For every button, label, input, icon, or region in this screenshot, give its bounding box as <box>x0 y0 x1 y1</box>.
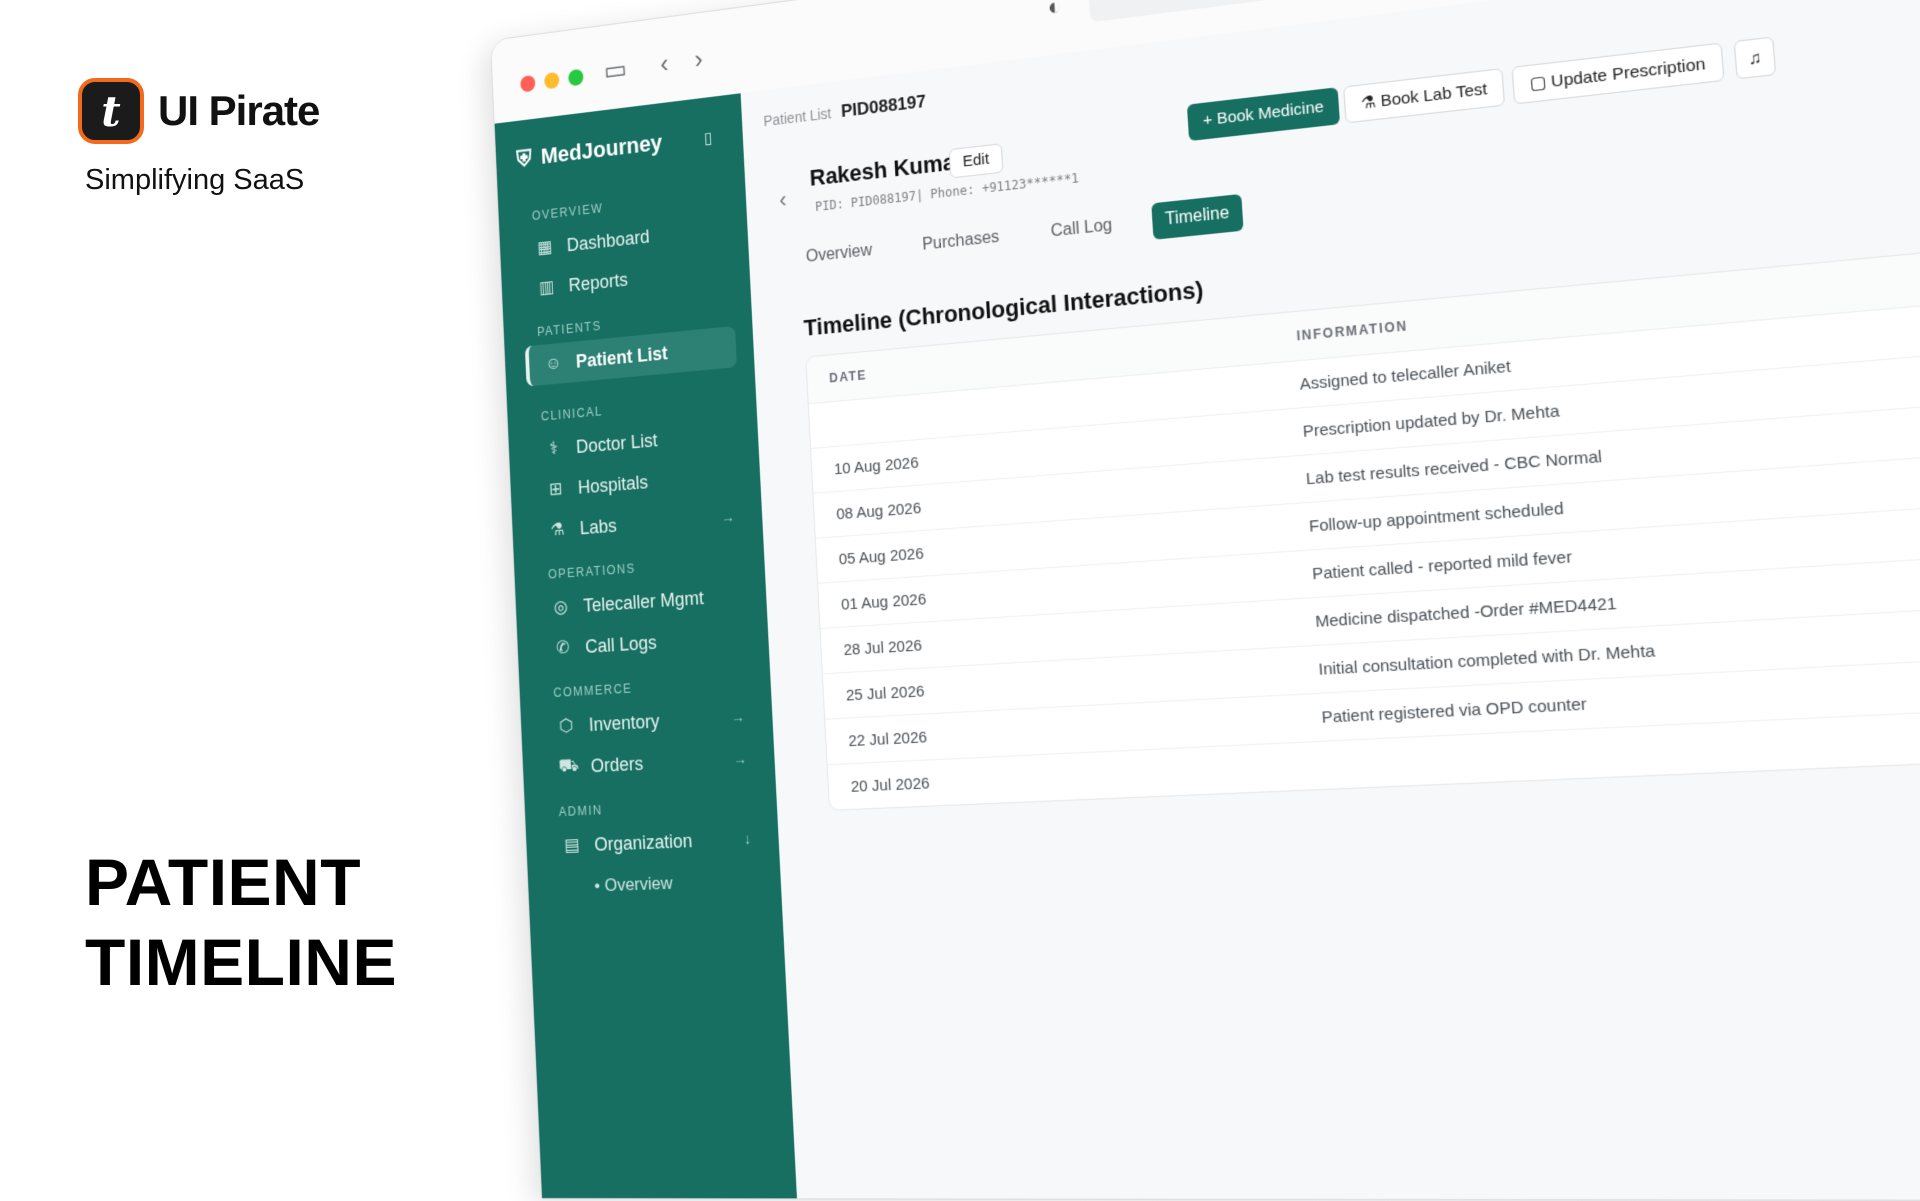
briefcase-icon: ▤ <box>562 835 582 856</box>
sidebar-subitem-overview[interactable]: • Overview <box>594 873 673 897</box>
chevron-down-icon: ↓ <box>744 830 752 847</box>
minimize-window-button[interactable] <box>544 72 560 90</box>
sidebar-item-label: Call Logs <box>585 632 657 658</box>
phone-icon: ✆ <box>553 637 573 659</box>
maximize-window-button[interactable] <box>568 69 584 87</box>
grid-icon: ▦ <box>535 237 554 259</box>
brand-tagline: Simplifying SaaS <box>85 164 304 197</box>
app-name: MedJourney <box>540 129 663 170</box>
section-operations: OPERATIONS <box>548 561 636 582</box>
users-icon: ☺ <box>544 353 564 375</box>
microscope-icon: ⚗ <box>548 519 568 541</box>
sidebar-item-label: Doctor List <box>576 429 658 457</box>
stethoscope-icon: ⚕ <box>544 438 564 460</box>
bullet-icon: • <box>594 876 601 896</box>
hero-title-line1: PATIENT <box>85 842 397 922</box>
sidebar-item-label: Patient List <box>575 342 668 372</box>
box-icon: ⬡ <box>556 715 576 737</box>
cart-icon: ⛟ <box>558 755 578 779</box>
brand: t UI Pirate <box>78 78 319 144</box>
main-content: Patient List PID088197 ‹ Rakesh Kumar Ed… <box>741 0 1920 1200</box>
sidebar-item-label: Dashboard <box>566 226 650 256</box>
brand-name: UI Pirate <box>158 87 319 135</box>
notification-button[interactable]: ♫ <box>1734 36 1777 79</box>
sidebar-item-label: Orders <box>590 753 643 777</box>
section-patients: PATIENTS <box>537 319 602 339</box>
sidebar-item-label: Hospitals <box>577 471 648 498</box>
update-prescription-label: Update Prescription <box>1550 55 1706 92</box>
section-clinical: CLINICAL <box>541 404 603 424</box>
breadcrumb: Patient List PID088197 <box>763 91 927 131</box>
hospital-icon: ⊞ <box>546 479 566 501</box>
sidebar-item-label: Organization <box>594 830 693 856</box>
bar-chart-icon: ▥ <box>537 277 556 299</box>
app-logo: ⛨ MedJourney <box>516 129 663 172</box>
sidebar-item-label: Inventory <box>588 710 660 735</box>
hero-title-line2: TIMELINE <box>85 922 397 1002</box>
back-arrow-icon[interactable]: ‹ <box>659 48 669 80</box>
book-medicine-button[interactable]: + Book Medicine <box>1187 87 1341 141</box>
sidebar-item-label: Labs <box>579 515 617 539</box>
bell-icon: ♫ <box>1748 48 1763 69</box>
back-chevron-icon[interactable]: ‹ <box>779 187 788 214</box>
sidebar-item-label: Overview <box>604 873 673 895</box>
breadcrumb-parent[interactable]: Patient List <box>763 105 832 130</box>
shield-icon: ◐ <box>1047 0 1062 21</box>
chevron-right-icon: → <box>731 708 746 725</box>
sidebar-item-organization[interactable]: ▤ Organization ↓ <box>546 817 762 867</box>
section-commerce: COMMERCE <box>553 681 632 700</box>
tab-timeline[interactable]: Timeline <box>1151 194 1243 240</box>
headset-icon: ◎ <box>551 597 571 619</box>
collapse-sidebar-icon[interactable]: ▯ <box>704 127 713 148</box>
book-lab-test-label: Book Lab Test <box>1380 80 1488 111</box>
sidebar-item-label: Reports <box>568 269 628 296</box>
sidebar-item-label: Telecaller Mgmt <box>583 587 704 617</box>
section-overview: OVERVIEW <box>532 201 604 223</box>
tab-call-log[interactable]: Call Log <box>1037 206 1126 251</box>
document-icon: ▢ <box>1529 72 1551 93</box>
app-logo-icon: ⛨ <box>516 145 532 173</box>
edit-button[interactable]: Edit <box>949 143 1004 178</box>
breadcrumb-current: PID088197 <box>840 91 926 121</box>
tab-purchases[interactable]: Purchases <box>909 218 1012 264</box>
tab-overview[interactable]: Overview <box>793 232 885 277</box>
browser-window: ▭ ‹ › ◐ ↻ ⛨ MedJourney ▯ OVERVIEW ▦ Dash… <box>490 0 1920 1201</box>
chevron-right-icon: → <box>721 508 735 526</box>
row-date: 20 Jul 2026 <box>828 756 1325 797</box>
close-window-button[interactable] <box>520 75 535 93</box>
update-prescription-button[interactable]: ▢ Update Prescription <box>1511 42 1724 104</box>
chevron-right-icon: → <box>733 750 748 767</box>
hero-title: PATIENT TIMELINE <box>85 842 397 1002</box>
sidebar-toggle-icon[interactable]: ▭ <box>603 53 628 87</box>
flask-icon: ⚗ <box>1360 92 1381 113</box>
forward-arrow-icon[interactable]: › <box>694 43 704 75</box>
browser-stage: ▭ ‹ › ◐ ↻ ⛨ MedJourney ▯ OVERVIEW ▦ Dash… <box>490 40 1920 1180</box>
ui-pirate-logo-icon: t <box>78 78 144 144</box>
book-lab-test-button[interactable]: ⚗ Book Lab Test <box>1343 68 1505 124</box>
section-admin: ADMIN <box>559 803 603 819</box>
